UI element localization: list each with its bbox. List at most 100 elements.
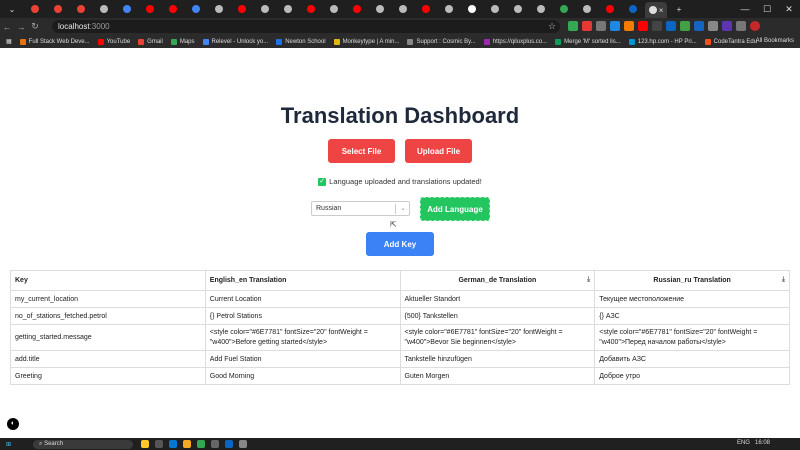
tab-chrome[interactable] (93, 2, 115, 16)
download-icon[interactable]: ⤓ (587, 276, 590, 284)
profile-avatar[interactable] (750, 21, 760, 31)
cell-en[interactable]: Current Location (204, 290, 401, 308)
tab-dev[interactable] (116, 2, 138, 16)
extension-icon[interactable] (680, 21, 690, 31)
cell-ru[interactable]: Доброе утро (594, 367, 790, 385)
cell-en[interactable]: <style color="#6E7781" fontSize="20" fon… (204, 324, 401, 351)
reload-icon[interactable]: ↻ (28, 21, 42, 32)
extension-icon[interactable] (582, 21, 592, 31)
tab-gmail-2[interactable] (47, 2, 69, 16)
tab-chrome-10[interactable] (507, 2, 529, 16)
minimize-icon[interactable]: — (734, 4, 756, 14)
bookmark-item[interactable]: Relevel - Unlock yo... (202, 38, 268, 45)
cell-key[interactable]: no_of_stations_fetched.petrol (10, 307, 206, 325)
back-icon[interactable]: ← (0, 22, 14, 32)
bookmark-item[interactable]: 123.hp.com - HP Pri... (628, 38, 697, 45)
tab-chrome-5[interactable] (323, 2, 345, 16)
edge-icon[interactable] (169, 440, 178, 448)
cell-en[interactable]: Add Fuel Station (204, 350, 401, 368)
bookmark-item[interactable]: https://qiluxplus.co... (483, 38, 547, 45)
extension-icon[interactable] (638, 21, 648, 31)
select-file-button[interactable]: Select File (328, 139, 395, 163)
chevron-down-icon[interactable]: ⌄ (400, 204, 406, 212)
tab-youtube-2[interactable] (162, 2, 184, 16)
tab-youtube[interactable] (139, 2, 161, 16)
extension-icon[interactable] (694, 21, 704, 31)
task-view-icon[interactable] (155, 440, 164, 448)
cell-en[interactable]: {} Petrol Stations (204, 307, 401, 325)
tab-chrome-2[interactable] (208, 2, 230, 16)
tab-youtube-7[interactable] (599, 2, 621, 16)
windows-start-icon[interactable]: ⊞ (6, 441, 11, 448)
cell-ru[interactable]: Добавить АЗС (594, 350, 790, 368)
tray-clock[interactable]: 16:08 (755, 440, 770, 446)
extension-icon[interactable] (652, 21, 662, 31)
forward-icon[interactable]: → (14, 22, 28, 32)
vscode-icon[interactable] (225, 440, 234, 448)
cell-ru[interactable]: Текущее местоположение (594, 290, 790, 308)
language-select[interactable]: Russian ⌄ (311, 201, 410, 216)
tab-list-icon[interactable]: ⌄ (1, 2, 23, 16)
cell-key[interactable]: add.title (10, 350, 206, 368)
cell-key[interactable]: Greeting (10, 367, 206, 385)
chrome-icon[interactable] (197, 440, 206, 448)
close-window-icon[interactable]: ✕ (778, 4, 800, 15)
tab-youtube-6[interactable] (415, 2, 437, 16)
extension-icon[interactable] (708, 21, 718, 31)
bookmark-item[interactable]: Full Stack Web Deve... (19, 38, 90, 45)
extension-icon[interactable] (610, 21, 620, 31)
nextjs-indicator-icon[interactable]: ◐ (7, 418, 19, 430)
tab-youtube-5[interactable] (346, 2, 368, 16)
tab-gmail[interactable] (24, 2, 46, 16)
new-tab-button[interactable]: + (668, 2, 690, 16)
bookmark-item[interactable]: Support : Cosmic By... (407, 38, 476, 45)
tab-chrome-8[interactable] (438, 2, 460, 16)
tab-chrome-6[interactable] (369, 2, 391, 16)
cell-key[interactable]: my_current_location (10, 290, 206, 308)
tab-linkedin[interactable] (622, 2, 644, 16)
all-bookmarks-link[interactable]: All Bookmarks (756, 38, 794, 44)
address-bar[interactable]: localhost:3000 (52, 20, 560, 33)
tab-chrome-9[interactable] (484, 2, 506, 16)
cell-de[interactable]: Aktueller Standort (399, 290, 596, 308)
tab-chrome-12[interactable] (576, 2, 598, 16)
tab-active[interactable]: × (645, 2, 667, 18)
cell-de[interactable]: {500} Tankstellen (399, 307, 596, 325)
tab-chrome-3[interactable] (254, 2, 276, 16)
cell-de[interactable]: Tankstelle hinzufügen (399, 350, 596, 368)
download-icon[interactable]: ⤓ (782, 276, 785, 284)
add-language-button[interactable]: Add Language (420, 197, 490, 221)
tab-github[interactable] (461, 2, 483, 16)
bookmark-item[interactable]: Gmail (138, 38, 163, 45)
file-explorer-icon[interactable] (183, 440, 192, 448)
maximize-icon[interactable]: ☐ (756, 4, 778, 15)
bookmark-item[interactable]: YouTube (97, 38, 130, 45)
cell-en[interactable]: Good Morning (204, 367, 401, 385)
extension-icon[interactable] (666, 21, 676, 31)
tab-youtube-4[interactable] (300, 2, 322, 16)
bookmark-item[interactable]: Monkeytype | A min... (333, 38, 399, 45)
cell-key[interactable]: getting_started.message (10, 324, 206, 351)
bookmark-item[interactable]: Newton School (276, 38, 326, 45)
upload-file-button[interactable]: Upload File (405, 139, 472, 163)
add-key-button[interactable]: Add Key (366, 232, 434, 256)
tab-chrome-11[interactable] (530, 2, 552, 16)
extension-icon[interactable] (596, 21, 606, 31)
tab-chrome-4[interactable] (277, 2, 299, 16)
tab-youtube-3[interactable] (231, 2, 253, 16)
extension-icon[interactable] (568, 21, 578, 31)
tray-language[interactable]: ENG (737, 440, 750, 446)
extension-icon[interactable] (722, 21, 732, 31)
tab-chrome-7[interactable] (392, 2, 414, 16)
download-icon[interactable] (736, 21, 746, 31)
bookmark-star-icon[interactable]: ☆ (548, 21, 556, 32)
cell-de[interactable]: <style color="#6E7781" fontSize="20" fon… (399, 324, 596, 351)
cell-de[interactable]: Guten Morgen (399, 367, 596, 385)
extension-icon[interactable] (624, 21, 634, 31)
tab-docs[interactable] (185, 2, 207, 16)
tab-green[interactable] (553, 2, 575, 16)
bookmark-item[interactable]: CodeTantra Edu (704, 38, 757, 45)
bookmark-item[interactable]: Maps (170, 38, 195, 45)
app-icon[interactable] (239, 440, 248, 448)
store-icon[interactable] (211, 440, 220, 448)
